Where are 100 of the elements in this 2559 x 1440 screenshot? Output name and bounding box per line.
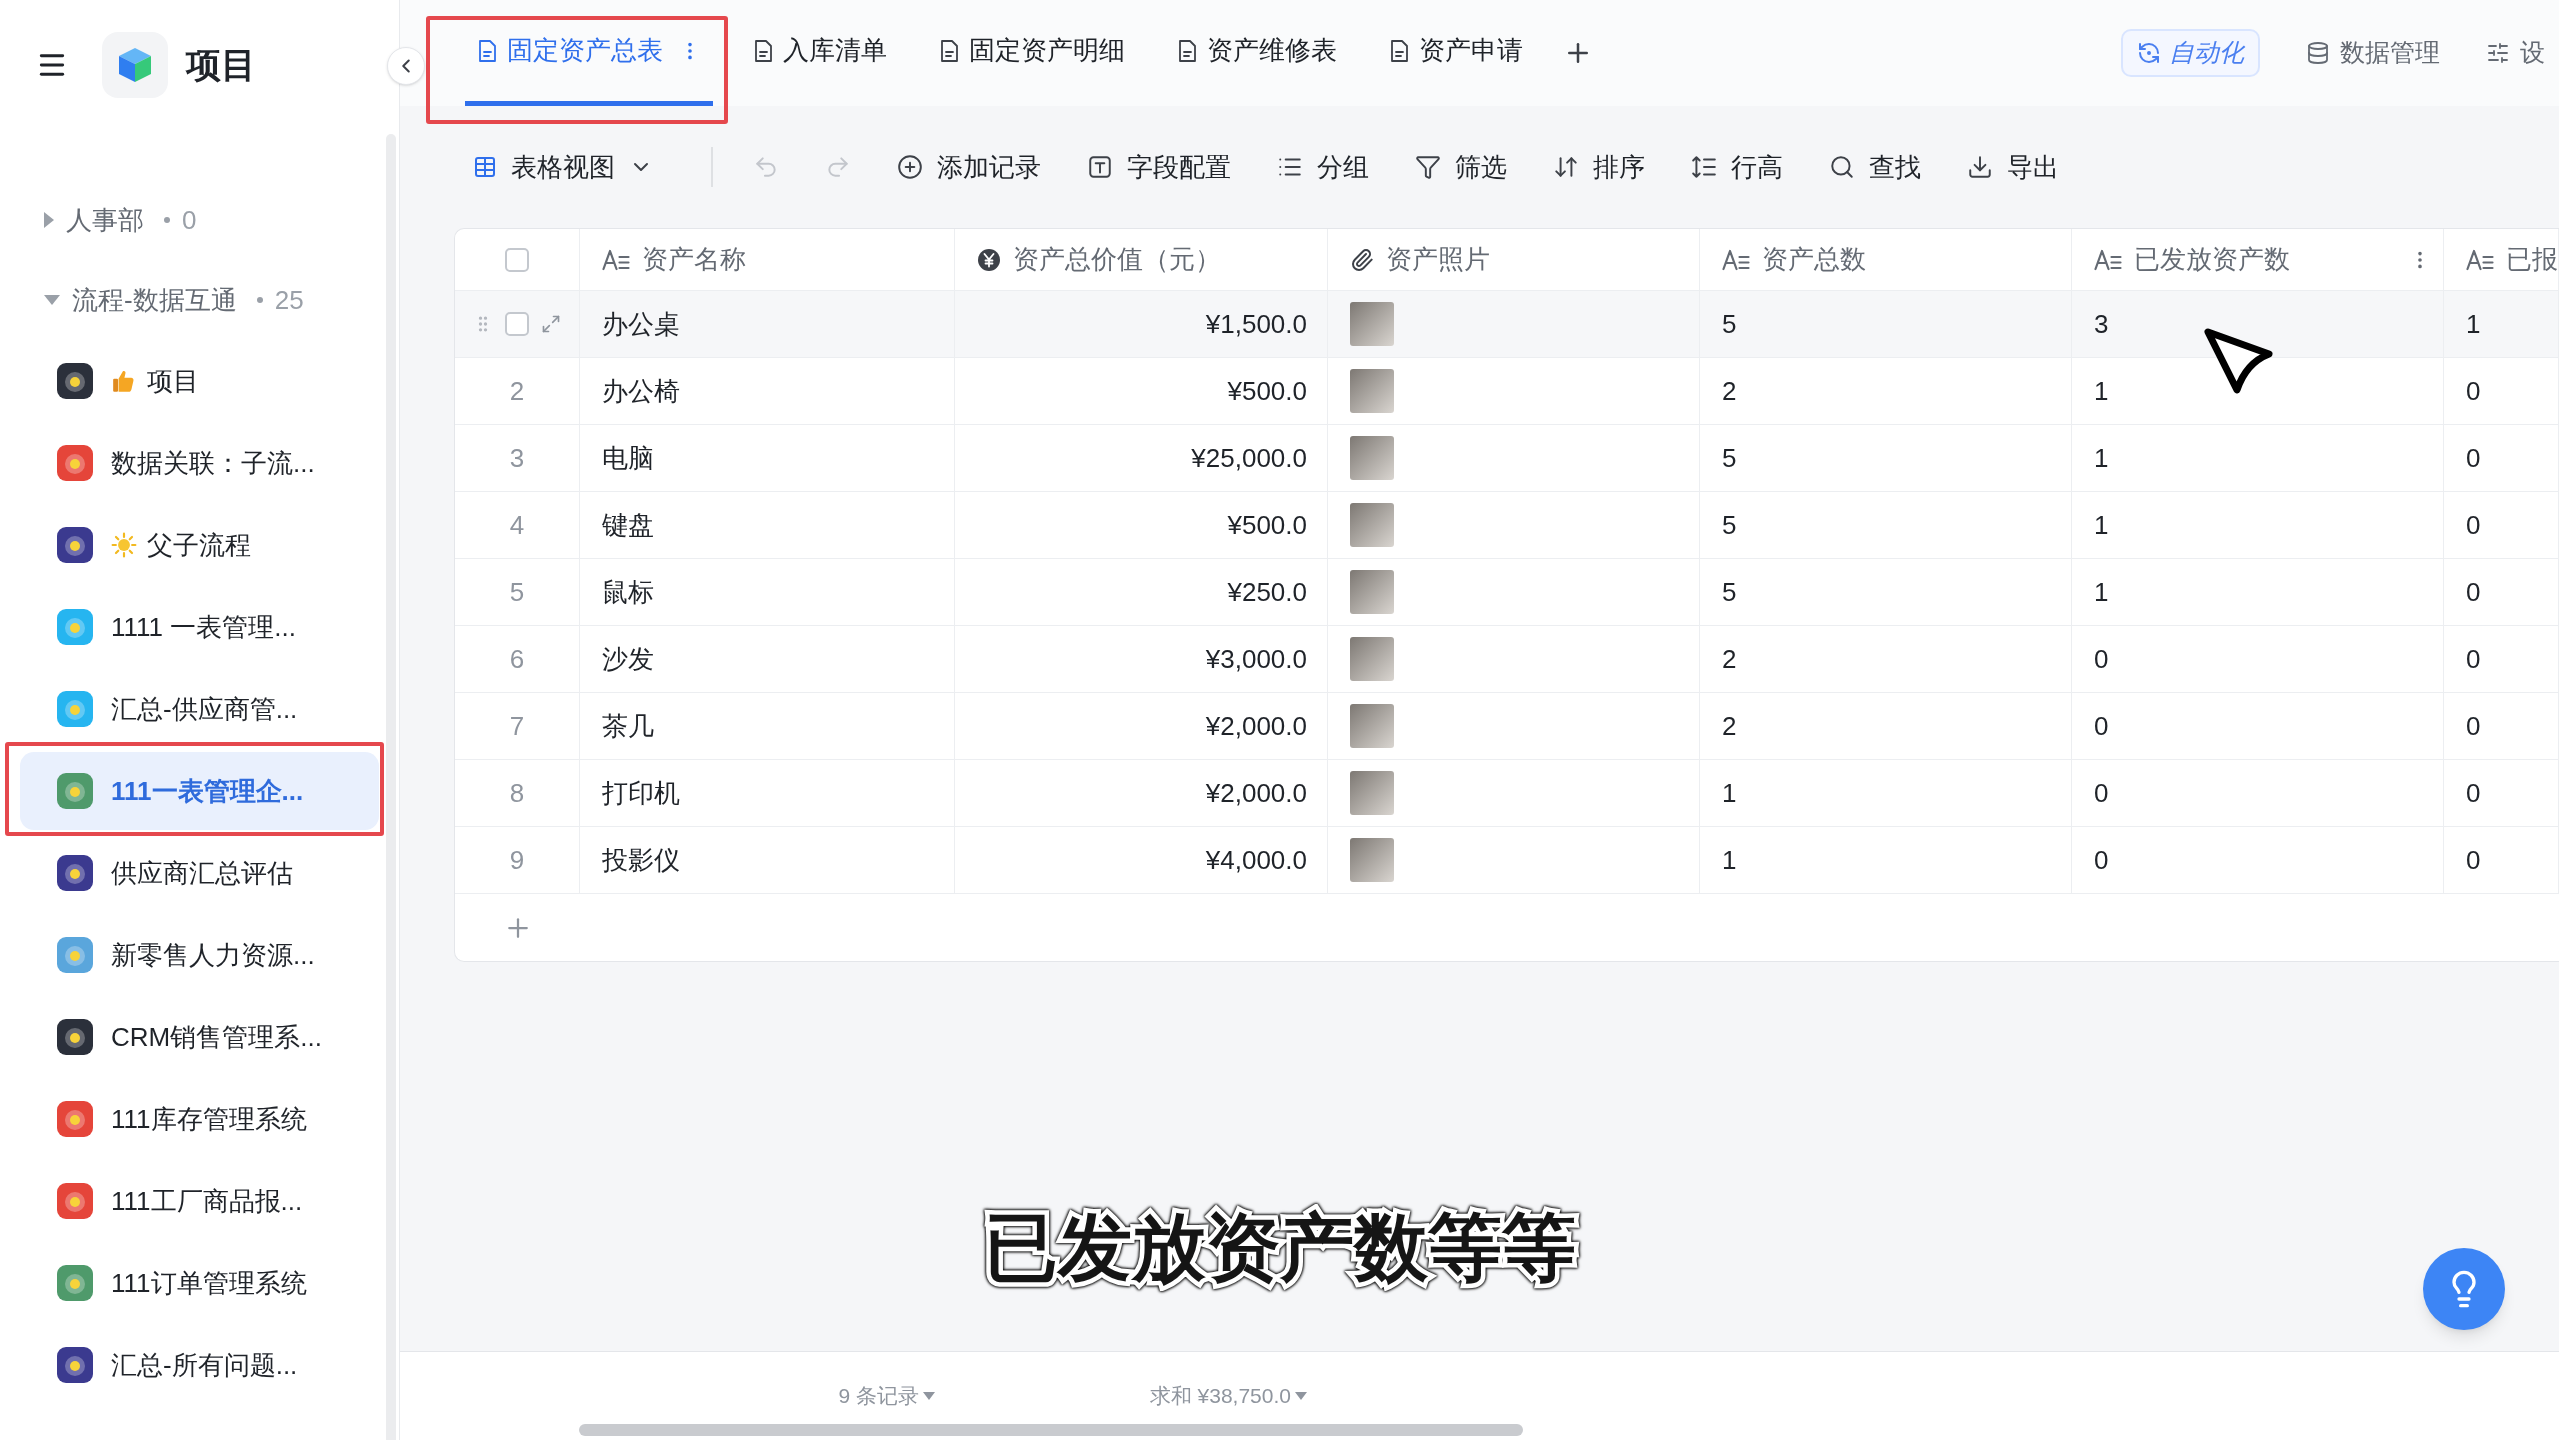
table-cell: ¥25,000.0	[955, 425, 1328, 491]
table-cell: 键盘	[580, 492, 955, 558]
sidebar-group-label[interactable]: 流程-数据互通	[72, 280, 237, 320]
sidebar-item[interactable]: 111库存管理系统	[20, 1080, 379, 1158]
checkbox[interactable]	[505, 312, 529, 336]
table-cell: 1	[2072, 425, 2444, 491]
row-height-icon	[1691, 154, 1717, 180]
row-number: 7	[509, 709, 525, 743]
view-selector[interactable]: 表格视图	[473, 147, 653, 187]
download-icon	[1967, 154, 1993, 180]
horizontal-scrollbar[interactable]	[579, 1424, 1523, 1436]
column-header[interactable]: 资产总价值（元）	[955, 229, 1328, 290]
caret-down-icon[interactable]	[44, 295, 60, 305]
automation-button[interactable]: 自动化	[2121, 29, 2260, 77]
export-button[interactable]: 导出	[1967, 147, 2059, 187]
table-cell: 电脑	[580, 425, 955, 491]
table-cell: 5	[1700, 291, 2072, 357]
paperclip-icon	[1350, 247, 1374, 272]
document-icon	[1177, 38, 1197, 63]
settings-button[interactable]: 设	[2486, 34, 2545, 72]
add-record-button[interactable]: 添加记录	[897, 147, 1041, 187]
checkbox[interactable]	[505, 247, 529, 272]
sidebar-item[interactable]: 父子流程	[20, 506, 379, 584]
table-cell: 0	[2072, 693, 2444, 759]
sort-icon	[1553, 154, 1579, 180]
row-number: 2	[509, 374, 525, 408]
group-count: 0	[182, 203, 197, 237]
sidebar-item[interactable]: 1111 一表管理...	[20, 588, 379, 666]
text-box-icon	[1087, 154, 1113, 180]
tab[interactable]: 资产申请	[1377, 0, 1535, 106]
sidebar-item[interactable]: 汇总-供应商管...	[20, 670, 379, 748]
group-button[interactable]: 分组	[1277, 147, 1369, 187]
tab[interactable]: 固定资产总表	[465, 0, 713, 106]
table-cell: 0	[2444, 827, 2559, 893]
plus-circle-icon	[897, 154, 923, 180]
table-cell: ¥3,000.0	[955, 626, 1328, 692]
row-number: 5	[509, 575, 525, 609]
search-button[interactable]: 查找	[1829, 147, 1921, 187]
table-cell: 0	[2444, 492, 2559, 558]
caret-right-icon[interactable]	[44, 212, 54, 228]
tab[interactable]: 固定资产明细	[927, 0, 1137, 106]
sidebar-item[interactable]: 项目	[20, 342, 379, 420]
row-number: 9	[509, 843, 525, 877]
table-cell: 0	[2444, 358, 2559, 424]
sidebar-item[interactable]: 汇总-所有问题...	[20, 1326, 379, 1404]
column-header[interactable]: 资产总数	[1700, 229, 2072, 290]
sidebar-item[interactable]: 新零售人力资源...	[20, 916, 379, 994]
sidebar-group-label[interactable]: 人事部	[66, 200, 144, 240]
sidebar-item[interactable]: 数据关联：子流...	[20, 424, 379, 502]
column-header[interactable]: 已报	[2444, 229, 2559, 290]
expand-icon[interactable]	[541, 314, 561, 334]
filter-icon	[1415, 154, 1441, 180]
group-count: 25	[274, 283, 304, 317]
table-cell: 0	[2072, 626, 2444, 692]
document-icon	[1389, 38, 1409, 63]
table-cell: ¥4,000.0	[955, 827, 1328, 893]
column-header[interactable]: 资产名称	[580, 229, 955, 290]
database-icon	[2306, 41, 2330, 65]
tab[interactable]: 入库清单	[741, 0, 899, 106]
table-cell: ¥250.0	[955, 559, 1328, 625]
field-settings-button[interactable]: 字段配置	[1087, 147, 1231, 187]
table-cell: 办公桌	[580, 291, 955, 357]
sidebar-item[interactable]: 111订单管理系统	[20, 1244, 379, 1322]
table-cell: ¥2,000.0	[955, 760, 1328, 826]
table-cell: 0	[2444, 626, 2559, 692]
sidebar-item[interactable]: 供应商汇总评估	[20, 834, 379, 912]
table-cell: 投影仪	[580, 827, 955, 893]
row-number: 6	[509, 642, 525, 676]
table-cell: 5	[1700, 559, 2072, 625]
table-cell: 沙发	[580, 626, 955, 692]
automation-icon	[2137, 41, 2161, 65]
table-cell: 1	[2072, 559, 2444, 625]
text-field-icon	[2094, 248, 2122, 271]
table-cell: ¥500.0	[955, 492, 1328, 558]
table-cell: 5	[1700, 425, 2072, 491]
row-height-button[interactable]: 行高	[1691, 147, 1783, 187]
yen-circle-icon	[977, 247, 1001, 272]
tab[interactable]: 资产维修表	[1165, 0, 1349, 106]
table-cell: 5	[1700, 492, 2072, 558]
table-cell: 0	[2072, 827, 2444, 893]
sidebar-item[interactable]: 111一表管理企...	[20, 752, 379, 830]
column-header[interactable]: 已发放资产数	[2072, 229, 2444, 290]
table-cell: 0	[2444, 693, 2559, 759]
dot-separator-icon	[256, 297, 263, 303]
table-cell: 鼠标	[580, 559, 955, 625]
data-management-button[interactable]: 数据管理	[2306, 34, 2440, 72]
table-cell: 0	[2072, 760, 2444, 826]
sidebar-item[interactable]: 111工厂商品报...	[20, 1162, 379, 1240]
table-icon	[473, 155, 497, 179]
table-cell: ¥500.0	[955, 358, 1328, 424]
dot-separator-icon	[164, 217, 170, 223]
column-header[interactable]: 资产照片	[1328, 229, 1700, 290]
sidebar-title: 项目	[186, 43, 256, 86]
table-cell: 2	[1700, 358, 2072, 424]
filter-button[interactable]: 筛选	[1415, 147, 1507, 187]
row-number: 8	[509, 776, 525, 810]
caret-down-icon	[1295, 1392, 1307, 1400]
sort-button[interactable]: 排序	[1553, 147, 1645, 187]
table-cell: 1	[2072, 492, 2444, 558]
sidebar-item[interactable]: CRM销售管理系...	[20, 998, 379, 1076]
